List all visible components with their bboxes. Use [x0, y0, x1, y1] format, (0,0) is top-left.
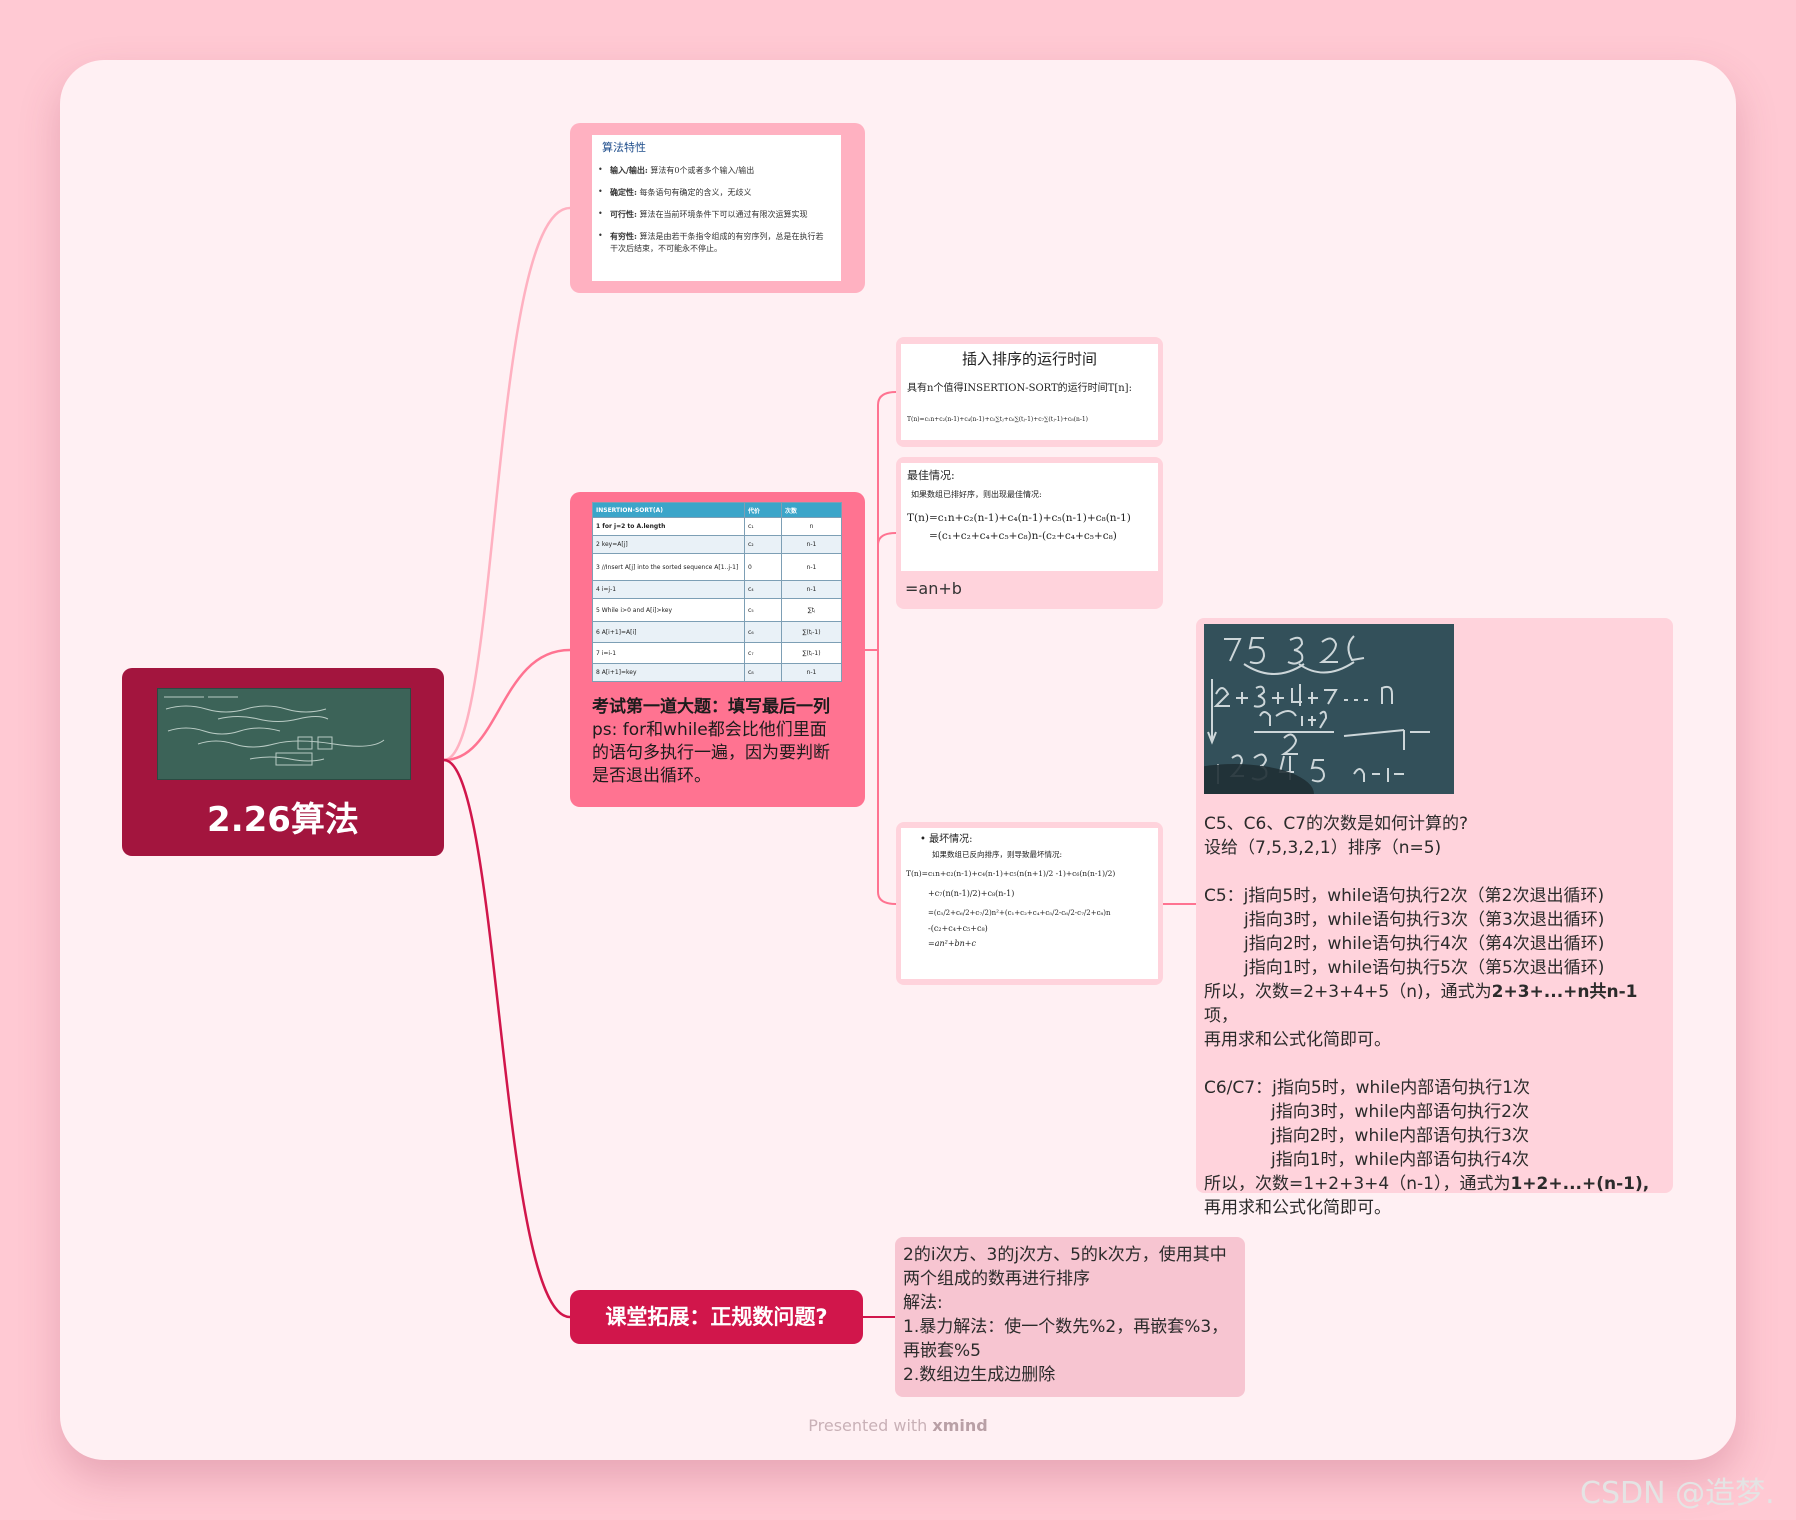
worst-case-formula-5: =an²+bn+c	[928, 939, 976, 948]
runtime-title: 插入排序的运行时间	[961, 350, 1097, 368]
calc-c6-line: j指向1时，while内部语句执行4次	[1271, 1150, 1529, 1170]
ext-line: 解法:	[903, 1293, 943, 1313]
table-row: 8 A[i+1]=key c₈ n-1	[592, 663, 842, 682]
ext-line: 再嵌套%5	[903, 1341, 981, 1361]
ext-line: 1.暴力解法：使一个数先%2，再嵌套%3，	[903, 1317, 1229, 1337]
subtopic-count-explanation[interactable]: C5、C6、C7的次数是如何计算的? 设给（7,5,3,2,1）排序（n=5) …	[1196, 618, 1673, 1218]
ext-line: 两个组成的数再进行排序	[903, 1269, 1090, 1289]
best-case-formula-2: =(c₁+c₂+c₄+c₅+c₈)n-(c₂+c₄+c₅+c₈)	[929, 530, 1117, 542]
table-row: 1 for j=2 to A.length c₁ n	[592, 517, 842, 536]
property-item: 输入/输出: 算法有0个或者多个输入/输出	[598, 164, 831, 177]
best-case-desc: 如果数组已排好序，则出现最佳情况:	[911, 490, 1042, 499]
topic-algorithm-properties[interactable]: 算法特性 输入/输出: 算法有0个或者多个输入/输出 确定性: 每条语句有确定的…	[570, 123, 865, 293]
property-item: 确定性: 每条语句有确定的含义，无歧义	[598, 186, 831, 199]
topic-insertion-sort-table[interactable]: INSERTION-SORT(A) 代价 次数 1 for j=2 to A.l…	[570, 492, 865, 807]
calc-setup: 设给（7,5,3,2,1）排序（n=5)	[1204, 838, 1442, 858]
calc-c6-summary: 所以，次数=1+2+3+4（n-1），通式为1+2+...+(n-1),	[1204, 1174, 1650, 1194]
table-row: 3 //Insert A[j] into the sorted sequence…	[592, 553, 842, 581]
properties-image: 算法特性 输入/输出: 算法有0个或者多个输入/输出 确定性: 每条语句有确定的…	[592, 135, 841, 281]
xmind-logo: xmind	[932, 1416, 988, 1435]
table-header-row: INSERTION-SORT(A) 代价 次数	[592, 502, 842, 518]
table-row: 6 A[i+1]=A[i] c₆ ∑(tⱼ-1)	[592, 621, 842, 643]
subtopic-best-case[interactable]: 最佳情况: 如果数组已排好序，则出现最佳情况: T(n)=c₁n+c₂(n-1)…	[896, 457, 1163, 609]
subtopic-runtime[interactable]: 插入排序的运行时间 具有n个值得INSERTION-SORT的运行时间T[n]:…	[896, 337, 1163, 447]
runtime-image: 插入排序的运行时间 具有n个值得INSERTION-SORT的运行时间T[n]:…	[901, 344, 1158, 440]
ext-line: 2.数组边生成边删除	[903, 1365, 1056, 1385]
csdn-watermark: CSDN @造梦.	[1580, 1476, 1775, 1511]
calc-c5-line: j指向2时，while语句执行4次（第4次退出循环)	[1244, 934, 1605, 954]
runtime-line: 具有n个值得INSERTION-SORT的运行时间T[n]:	[907, 383, 1132, 394]
calc-c6-line: C6/C7：j指向5时，while内部语句执行1次	[1204, 1078, 1531, 1098]
calc-c5-line: C5：j指向5时，while语句执行2次（第2次退出循环)	[1204, 886, 1605, 906]
connector-root-ext	[443, 758, 571, 1319]
regular-numbers-text: 2的i次方、3的j次方、5的k次方，使用其中 两个组成的数再进行排序 解法: 1…	[903, 1243, 1237, 1387]
property-item: 有穷性: 算法是由若干条指令组成的有穷序列，总是在执行若干次后结束，不可能永不停…	[598, 230, 831, 255]
worst-case-desc: 如果数组已反向排序，则导致最坏情况:	[932, 850, 1063, 859]
root-title: 2.26算法	[207, 800, 359, 840]
calc-c5-line: j指向3时，while语句执行3次（第3次退出循环)	[1244, 910, 1605, 930]
runtime-formula: T(n)=c₁n+c₂(n-1)+c₄(n-1)+c₅∑tⱼ+c₆∑(tⱼ-1)…	[907, 416, 1089, 423]
table-note: 考试第一道大题：填写最后一列 ps: for和while都会比他们里面的语句多执…	[592, 696, 843, 788]
calc-question: C5、C6、C7的次数是如何计算的?	[1204, 814, 1469, 834]
worst-case-formula-1: T(n)=c₁n+c₂(n-1)+c₄(n-1)+c₅(n(n+1)/2 -1)…	[906, 869, 1116, 878]
table-row: 7 i=i-1 c₇ ∑(tⱼ-1)	[592, 642, 842, 664]
topic-class-extension[interactable]: 课堂拓展：正规数问题?	[570, 1290, 863, 1344]
presented-with-footer[interactable]: Presented with xmind	[0, 1416, 1796, 1435]
worst-case-image: • 最坏情况: 如果数组已反向排序，则导致最坏情况: T(n)=c₁n+c₂(n…	[901, 828, 1158, 979]
calc-c6-line: j指向3时，while内部语句执行2次	[1271, 1102, 1529, 1122]
table-row: 2 key=A[j] c₂ n-1	[592, 535, 842, 554]
connector-root-table	[443, 648, 571, 762]
worst-case-formula-2: +c₇(n(n-1)/2)+c₈(n-1)	[928, 889, 1015, 898]
worst-case-title: • 最坏情况:	[920, 834, 973, 845]
connector-table-runtime	[865, 391, 897, 651]
connector-table-worst	[877, 650, 897, 905]
table-row: 4 i=j-1 c₄ n-1	[592, 580, 842, 599]
subtopic-regular-numbers[interactable]: 2的i次方、3的j次方、5的k次方，使用其中 两个组成的数再进行排序 解法: 1…	[895, 1237, 1245, 1397]
class-extension-label: 课堂拓展：正规数问题?	[605, 1305, 828, 1329]
table-ps: ps: for和while都会比他们里面的语句多执行一遍，因为要判断是否退出循环…	[592, 720, 830, 786]
table-row: 5 While i>0 and A[i]>key c₅ ∑tⱼ	[592, 598, 842, 622]
connector-root-props	[443, 206, 571, 762]
table-caption: 考试第一道大题：填写最后一列	[592, 697, 830, 717]
worst-case-formula-4: -(c₂+c₄+c₅+c₈)	[928, 924, 988, 933]
calc-c5-summary-2: 再用求和公式化简即可。	[1204, 1030, 1391, 1050]
count-explanation-text: C5、C6、C7的次数是如何计算的? 设给（7,5,3,2,1）排序（n=5) …	[1204, 812, 1665, 1220]
best-case-formula-1: T(n)=c₁n+c₂(n-1)+c₄(n-1)+c₅(n-1)+c₈(n-1)	[907, 512, 1131, 524]
best-case-note: =an+b	[905, 579, 962, 598]
root-topic[interactable]: 2.26算法	[122, 668, 444, 856]
subtopic-worst-case[interactable]: • 最坏情况: 如果数组已反向排序，则导致最坏情况: T(n)=c₁n+c₂(n…	[896, 822, 1163, 985]
calc-c5-summary: 所以，次数=2+3+4+5（n)，通式为2+3+...+n共n-1项，	[1204, 982, 1638, 1026]
connector-table-best	[877, 532, 897, 650]
ext-line: 2的i次方、3的j次方、5的k次方，使用其中	[903, 1245, 1227, 1265]
calc-c5-line: j指向1时，while语句执行5次（第5次退出循环)	[1244, 958, 1605, 978]
worst-case-formula-3: =(c₅/2+c₆/2+c₇/2)n²+(c₁+c₂+c₄+c₅/2-c₆/2-…	[928, 909, 1111, 917]
root-blackboard-image	[157, 688, 411, 780]
best-case-image: 最佳情况: 如果数组已排好序，则出现最佳情况: T(n)=c₁n+c₂(n-1)…	[901, 463, 1158, 571]
best-case-title: 最佳情况:	[907, 469, 955, 482]
properties-title: 算法特性	[602, 141, 646, 154]
calc-c6-summary-2: 再用求和公式化简即可。	[1204, 1198, 1391, 1218]
property-item: 可行性: 算法在当前环境条件下可以通过有限次运算实现	[598, 208, 831, 221]
calc-c6-line: j指向2时，while内部语句执行3次	[1271, 1126, 1529, 1146]
insertion-sort-table: INSERTION-SORT(A) 代价 次数 1 for j=2 to A.l…	[592, 502, 842, 682]
calc-blackboard-image	[1204, 624, 1454, 794]
